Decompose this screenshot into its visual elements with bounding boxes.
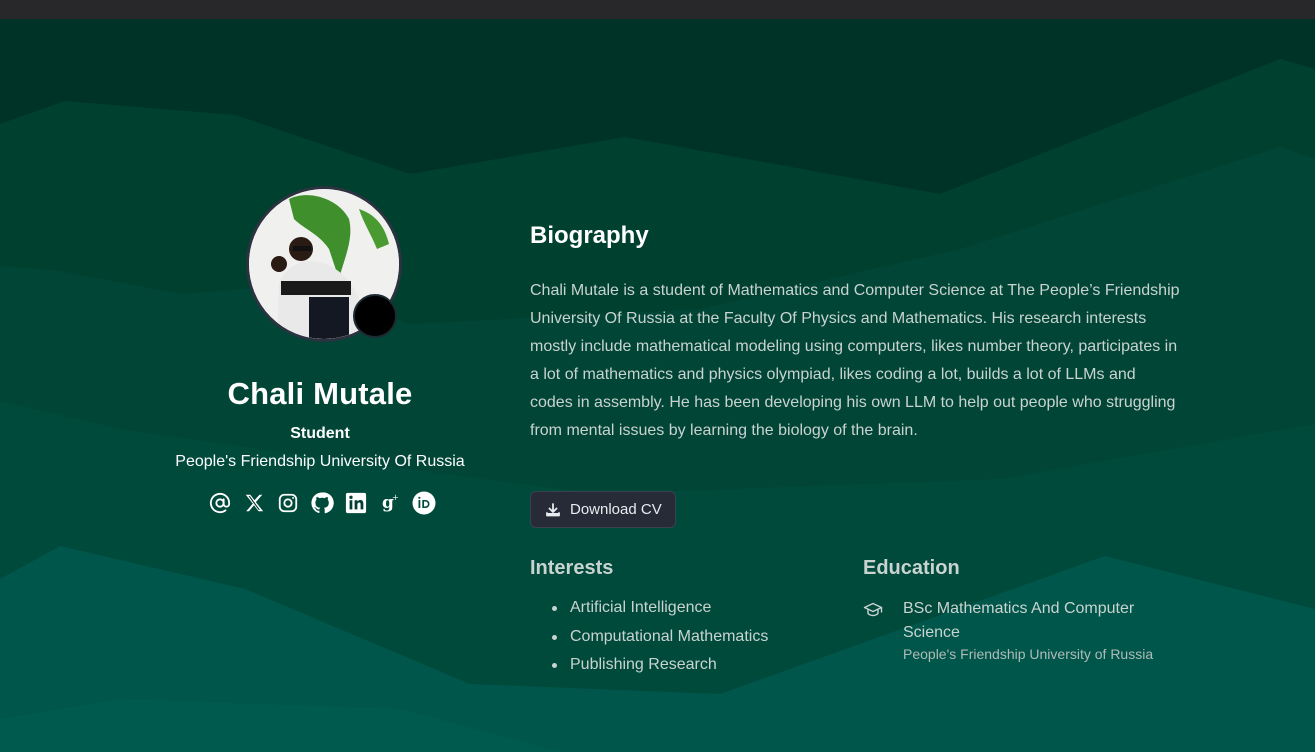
profile-role: Student	[290, 425, 350, 442]
interests-list: Artificial Intelligence Computational Ma…	[530, 596, 768, 682]
profile-organization: People's Friendship University Of Russia	[175, 453, 465, 470]
profile-avatar	[246, 186, 402, 342]
github-link[interactable]	[310, 491, 334, 515]
at-icon	[209, 492, 231, 514]
x-twitter-icon	[245, 494, 264, 512]
interests-title: Interests	[530, 557, 614, 579]
twitter-link[interactable]	[242, 491, 266, 515]
download-icon	[546, 502, 560, 516]
social-links: g +	[208, 489, 438, 517]
graduation-cap-icon	[863, 602, 883, 617]
google-scholar-icon: g+	[382, 493, 399, 513]
profile-name: Chali Mutale	[227, 376, 413, 411]
github-icon	[311, 492, 334, 514]
browser-top-bar	[0, 0, 1315, 19]
education-school: People's Friendship University of Russia	[903, 646, 1154, 662]
google-scholar-link[interactable]: g +	[378, 491, 402, 515]
education-title: Education	[863, 557, 960, 579]
biography-text: Chali Mutale is a student of Mathematics…	[530, 282, 1180, 439]
orcid-link[interactable]	[412, 491, 436, 515]
instagram-link[interactable]	[276, 491, 300, 515]
status-indicator	[353, 294, 397, 338]
interest-item: Artificial Intelligence	[530, 596, 768, 625]
interest-item: Computational Mathematics	[530, 625, 768, 654]
linkedin-icon	[345, 492, 367, 514]
instagram-icon	[278, 493, 298, 513]
interest-item: Publishing Research	[530, 653, 768, 682]
linkedin-link[interactable]	[344, 491, 368, 515]
orcid-icon	[412, 491, 436, 515]
email-link[interactable]	[208, 491, 232, 515]
svg-text:+: +	[392, 493, 399, 502]
education-degree: BSc Mathematics And Computer Science	[903, 600, 1135, 641]
download-cv-button[interactable]: Download CV	[530, 491, 676, 528]
biography-title: Biography	[530, 222, 649, 249]
download-cv-label: Download CV	[570, 501, 662, 518]
